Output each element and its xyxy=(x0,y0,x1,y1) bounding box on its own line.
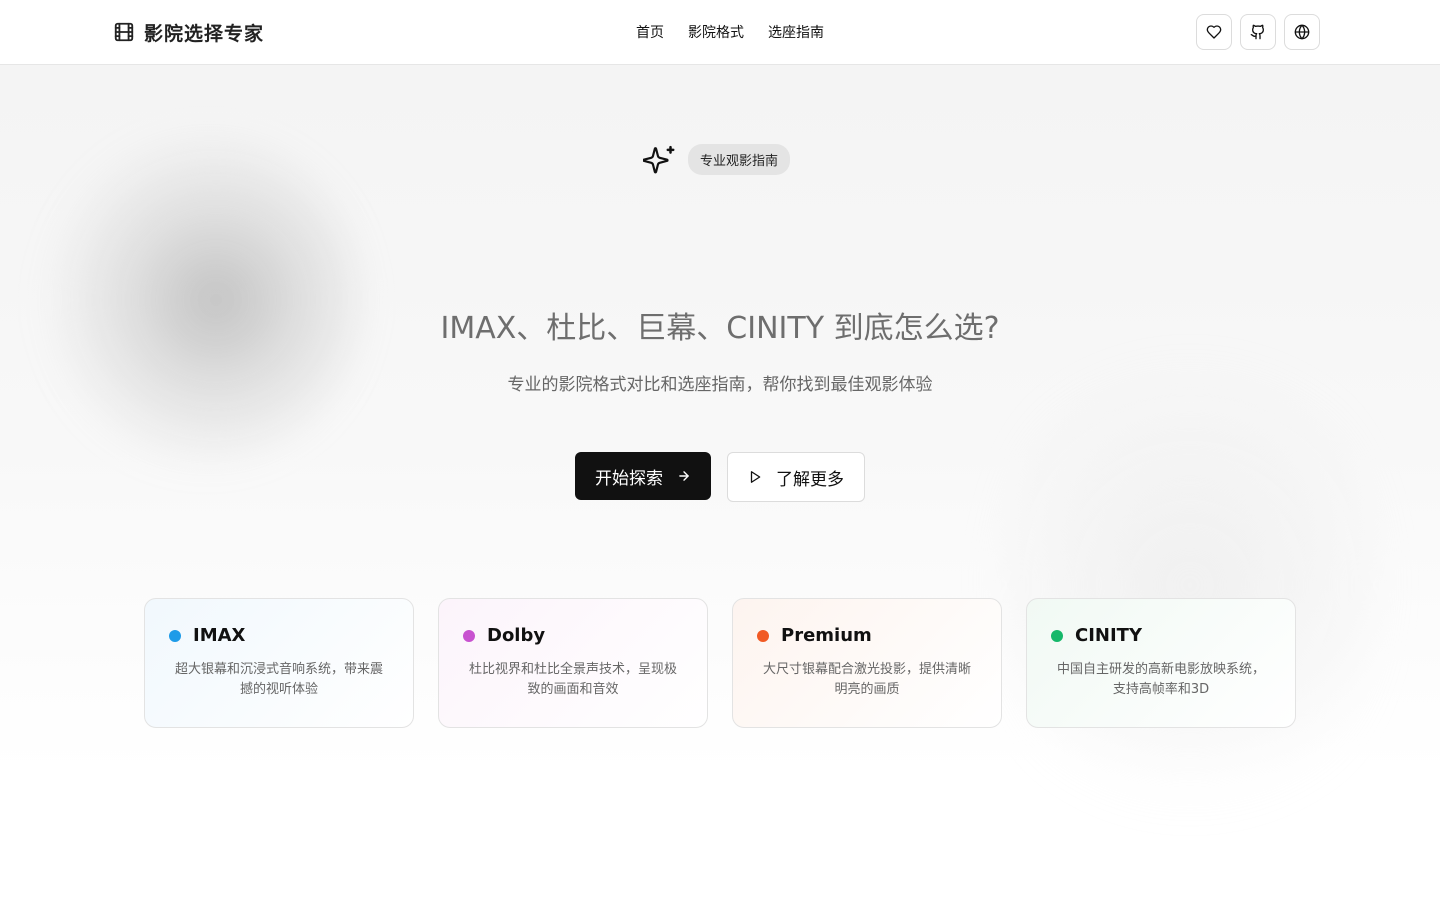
card-dolby[interactable]: Dolby 杜比视界和杜比全景声技术，呈现极致的画面和音效 xyxy=(438,598,708,728)
card-premium[interactable]: Premium 大尺寸银幕配合激光投影，提供清晰明亮的画质 xyxy=(732,598,1002,728)
decorative-blur-right xyxy=(1000,325,1380,845)
film-icon xyxy=(114,22,134,42)
start-explore-label: 开始探索 xyxy=(595,468,663,489)
brand-name: 影院选择专家 xyxy=(144,22,265,45)
premium-color-dot xyxy=(757,629,769,642)
globe-icon xyxy=(1294,24,1310,40)
github-icon xyxy=(1250,24,1265,40)
dolby-color-dot xyxy=(463,629,475,642)
heart-icon xyxy=(1206,25,1222,39)
card-title: IMAX xyxy=(193,625,246,646)
card-imax[interactable]: IMAX 超大银幕和沉浸式音响系统，带来震撼的视听体验 xyxy=(144,598,414,728)
learn-more-button[interactable]: 了解更多 xyxy=(727,452,865,502)
hero-title: IMAX、杜比、巨幕、CINITY 到底怎么选? xyxy=(440,311,1000,346)
nav-home[interactable]: 首页 xyxy=(636,22,664,42)
card-title: Dolby xyxy=(487,625,546,646)
sparkles-icon xyxy=(643,145,675,174)
card-description: 超大银幕和沉浸式音响系统，带来震撼的视听体验 xyxy=(174,662,383,697)
decorative-blur xyxy=(40,135,360,465)
card-description: 大尺寸银幕配合激光投影，提供清晰明亮的画质 xyxy=(762,662,971,697)
cinity-color-dot xyxy=(1051,629,1063,642)
favorite-button[interactable] xyxy=(1196,14,1232,50)
card-description: 中国自主研发的高新电影放映系统，支持高帧率和3D xyxy=(1056,662,1265,697)
hero-badge: 专业观影指南 xyxy=(643,143,791,176)
play-icon xyxy=(750,471,761,483)
nav-formats[interactable]: 影院格式 xyxy=(688,22,744,42)
top-header: 影院选择专家 首页 影院格式 选座指南 xyxy=(0,0,1440,65)
card-description: 杜比视界和杜比全景声技术，呈现极致的画面和音效 xyxy=(468,662,677,697)
main-nav: 首页 影院格式 选座指南 xyxy=(636,22,824,42)
format-cards: IMAX 超大银幕和沉浸式音响系统，带来震撼的视听体验 Dolby 杜比视界和杜… xyxy=(144,598,1296,728)
card-title: CINITY xyxy=(1075,625,1142,646)
imax-color-dot xyxy=(169,629,181,642)
learn-more-label: 了解更多 xyxy=(776,469,844,490)
start-explore-button[interactable]: 开始探索 xyxy=(575,452,711,500)
badge-label: 专业观影指南 xyxy=(688,144,791,175)
header-actions xyxy=(1196,14,1320,50)
hero-subtitle: 专业的影院格式对比和选座指南，帮你找到最佳观影体验 xyxy=(507,375,933,395)
card-cinity[interactable]: CINITY 中国自主研发的高新电影放映系统，支持高帧率和3D xyxy=(1026,598,1296,728)
card-title: Premium xyxy=(781,625,872,646)
language-button[interactable] xyxy=(1284,14,1320,50)
nav-seat-guide[interactable]: 选座指南 xyxy=(768,22,824,42)
github-button[interactable] xyxy=(1240,14,1276,50)
brand[interactable]: 影院选择专家 xyxy=(113,20,265,45)
cta-group: 开始探索 了解更多 xyxy=(575,452,865,502)
arrow-right-icon xyxy=(679,471,689,481)
